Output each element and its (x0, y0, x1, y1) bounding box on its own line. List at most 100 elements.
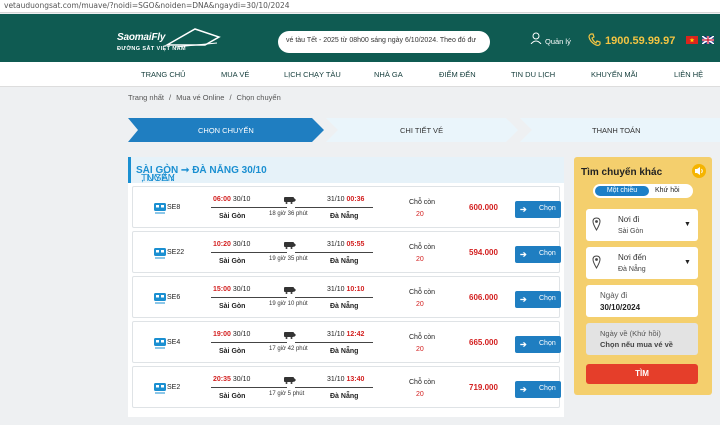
trip-row: SE4 19:00 30/10 Sài Gòn 17 giờ 42 phút 31/10… (132, 321, 561, 363)
breadcrumb-home[interactable]: Trang nhất (128, 93, 164, 102)
marquee-text: vé tàu Tết - 2025 từ 08h00 sáng ngày 6/1… (286, 37, 477, 44)
round-trip-tab[interactable]: Khứ hồi (655, 186, 680, 196)
trip-row: SE8 06:00 30/10 Sài Gòn 18 giờ 36 phút 31/10… (132, 186, 561, 228)
train-icon (154, 203, 166, 214)
seats-label: Chỗ còn (409, 334, 436, 341)
departure-station: Sài Gòn (219, 258, 246, 265)
seats-count: 20 (416, 211, 424, 218)
route-date: 30/10 (241, 165, 267, 176)
nav-buy-ticket[interactable]: MUA VÉ (221, 70, 249, 79)
trip-type-toggle: Một chiều Khứ hồi (593, 184, 693, 198)
uk-flag-icon[interactable] (702, 36, 714, 44)
main-nav: TRANG CHỦ MUA VÉ LỊCH CHẠY TÀU NHÀ GA ĐI… (0, 62, 720, 87)
select-trip-button[interactable]: ➔ Chọn (515, 381, 561, 398)
departure-date-field[interactable]: Ngày đi 30/10/2024 (586, 285, 698, 317)
departure-time: 19:00 30/10 (213, 331, 251, 338)
duration: 17 giờ 5 phút (269, 391, 305, 397)
arrow-right-icon: ➔ (520, 295, 527, 304)
phone-icon (588, 33, 601, 46)
nav-travel-news[interactable]: TIN DU LỊCH (511, 70, 555, 79)
departure-time: 20:35 30/10 (213, 376, 251, 383)
train-icon (154, 338, 166, 349)
duration: 17 giờ 42 phút (269, 346, 308, 352)
vietnam-flag-icon[interactable] (686, 36, 698, 44)
nav-destinations[interactable]: ĐIỂM ĐẾN (439, 70, 476, 79)
duration: 18 giờ 36 phút (269, 211, 308, 217)
route-heading: TUYẾN SÀI GÒN ➞ ĐÀ NẴNG, NGÀY 30/10 (128, 157, 564, 184)
chevron-down-icon: ▼ (684, 259, 691, 266)
duration: 19 giờ 35 phút (269, 256, 308, 262)
departure-time: 15:00 30/10 (213, 286, 251, 293)
train-small-icon (284, 287, 296, 294)
duration: 19 giờ 10 phút (269, 301, 308, 307)
train-code: SE4 (167, 339, 181, 346)
route-date-prefix: , NGÀY (141, 173, 175, 184)
train-icon (154, 248, 166, 259)
arrival-station: Đà Nẵng (330, 258, 359, 265)
train-small-icon (284, 332, 296, 339)
train-code: SE2 (167, 384, 181, 391)
site-logo[interactable]: SaomaiFly ĐƯỜNG SẮT VIỆT NAM (113, 23, 223, 55)
ticket-price: 665.000 (469, 338, 498, 347)
select-trip-button[interactable]: ➔ Chọn (515, 291, 561, 308)
search-title: Tìm chuyến khác (581, 167, 663, 178)
news-marquee[interactable]: vé tàu Tết - 2025 từ 08h00 sáng ngày 6/1… (278, 31, 490, 53)
arrival-time: 31/10 13:40 (327, 376, 365, 383)
departure-date-label: Ngày đi (600, 291, 628, 300)
location-pin-icon (592, 217, 601, 231)
route-to: ĐÀ NẴNG (192, 165, 239, 176)
select-trip-button[interactable]: ➔ Chọn (515, 246, 561, 263)
departure-station: Sài Gòn (219, 213, 246, 220)
arrival-station: Đà Nẵng (330, 348, 359, 355)
select-trip-button[interactable]: ➔ Chọn (515, 336, 561, 353)
step-payment: THANH TOÁN (592, 126, 641, 135)
origin-select[interactable]: Nơi đi Sài Gòn ▼ (586, 209, 698, 241)
breadcrumb-buy-online[interactable]: Mua vé Online (176, 93, 224, 102)
train-small-icon (284, 242, 296, 249)
search-button[interactable]: TÌM (586, 364, 698, 384)
browser-address-bar[interactable]: vetauduongsat.com/muave/?noidi=SGO&noide… (0, 0, 720, 13)
arrow-right-icon: ➔ (520, 385, 527, 394)
account-label: Quản lý (545, 37, 571, 46)
departure-station: Sài Gòn (219, 393, 246, 400)
step-ticket-details: CHI TIẾT VÉ (400, 126, 444, 135)
departure-date-value: 30/10/2024 (600, 303, 641, 312)
nav-promotions[interactable]: KHUYẾN MÃI (591, 70, 638, 79)
nav-schedule[interactable]: LỊCH CHẠY TÀU (284, 70, 341, 79)
arrival-time: 31/10 05:55 (327, 241, 365, 248)
arrival-station: Đà Nẵng (330, 303, 359, 310)
brand-name: SaomaiFly (117, 32, 166, 43)
booking-steps: CHỌN CHUYẾN CHI TIẾT VÉ THANH TOÁN (128, 118, 720, 142)
brand-subtitle: ĐƯỜNG SẮT VIỆT NAM (117, 46, 187, 52)
search-sidebar: Tìm chuyến khác Một chiều Khứ hồi Nơi đi… (574, 157, 712, 395)
arrival-time: 31/10 00:36 (327, 196, 365, 203)
arrow-right-icon: ➔ (520, 205, 527, 214)
nav-stations[interactable]: NHÀ GA (374, 70, 403, 79)
return-date-field[interactable]: Ngày về (Khứ hồi) Chọn nếu mua vé về (586, 323, 698, 355)
route-line (295, 297, 373, 298)
ticket-price: 719.000 (469, 383, 498, 392)
destination-select[interactable]: Nơi đến Đà Nẵng ▼ (586, 247, 698, 279)
seats-label: Chỗ còn (409, 289, 436, 296)
route-line (211, 207, 287, 208)
arrow-right-icon: ➔ (520, 340, 527, 349)
nav-home[interactable]: TRANG CHỦ (141, 70, 186, 79)
train-code: SE8 (167, 204, 181, 211)
location-pin-icon (592, 255, 601, 269)
step-select-trip: CHỌN CHUYẾN (198, 126, 254, 135)
ticket-price: 606.000 (469, 293, 498, 302)
one-way-tab[interactable]: Một chiều (595, 186, 649, 196)
trip-row: SE2 20:35 30/10 Sài Gòn 17 giờ 5 phút 31/10 … (132, 366, 561, 408)
select-trip-button[interactable]: ➔ Chọn (515, 201, 561, 218)
route-line (295, 387, 373, 388)
arrival-station: Đà Nẵng (330, 213, 359, 220)
seats-count: 20 (416, 301, 424, 308)
results-panel: TUYẾN SÀI GÒN ➞ ĐÀ NẴNG, NGÀY 30/10 SE8 0… (128, 157, 564, 417)
breadcrumb-current: Chọn chuyến (236, 93, 281, 102)
departure-time: 06:00 30/10 (213, 196, 251, 203)
speaker-icon[interactable] (692, 164, 706, 178)
nav-contact[interactable]: LIÊN HỆ (674, 70, 703, 79)
seats-label: Chỗ còn (409, 199, 436, 206)
route-line (211, 387, 287, 388)
seats-count: 20 (416, 256, 424, 263)
